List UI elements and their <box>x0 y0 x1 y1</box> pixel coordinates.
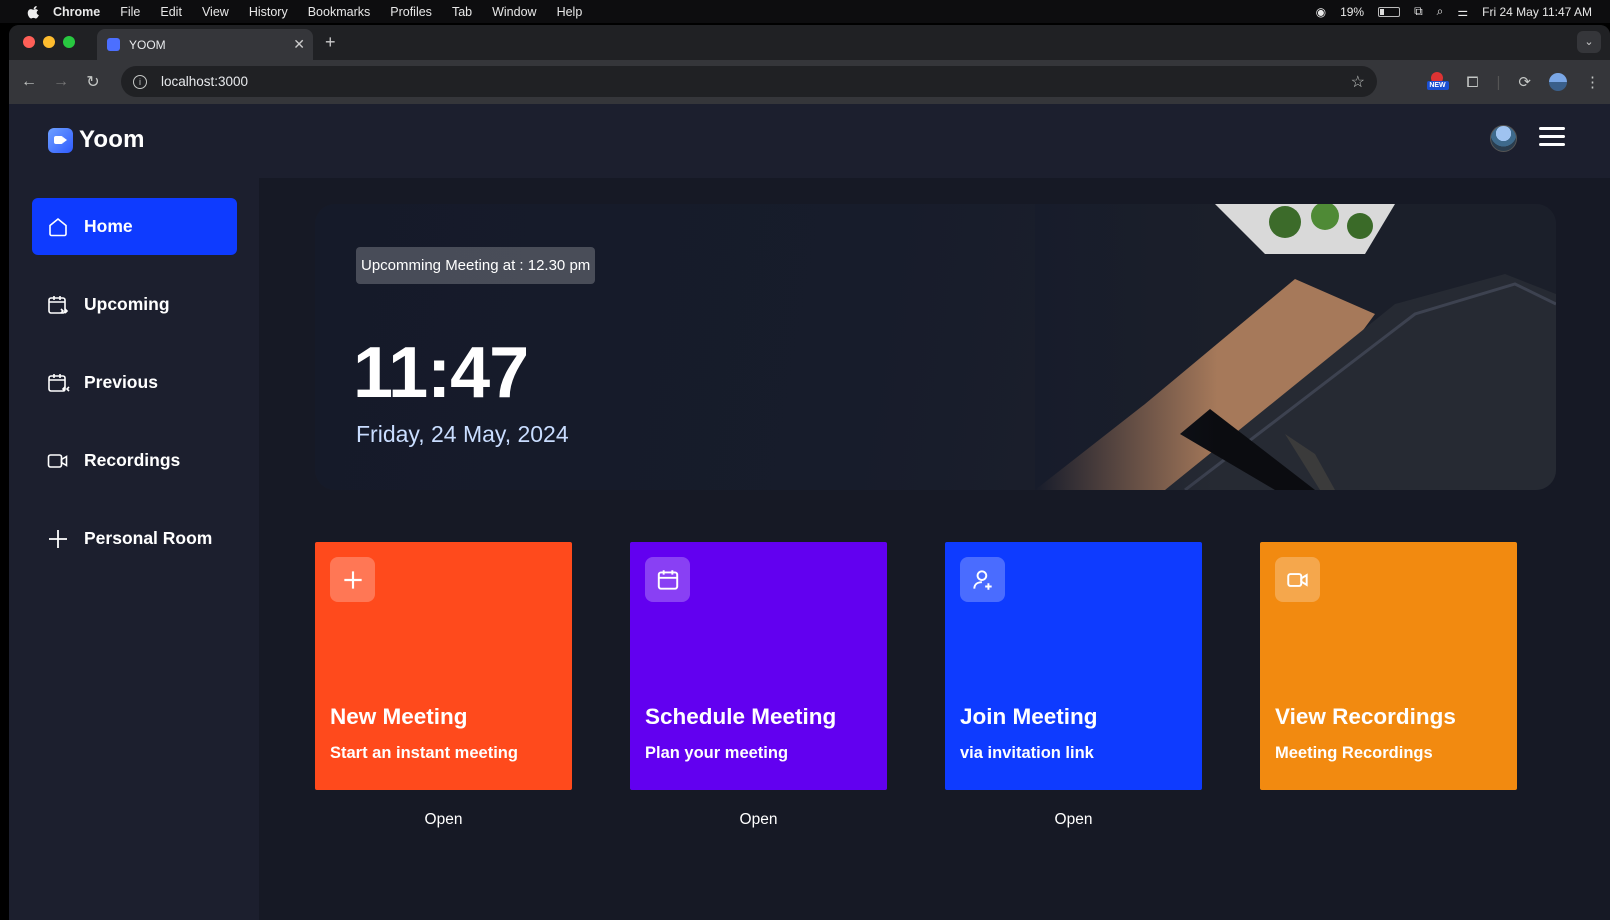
extensions-puzzle-icon[interactable]: ⧠ <box>1467 74 1479 91</box>
control-center-icon[interactable]: ⚌ <box>1457 5 1468 19</box>
url-text[interactable]: localhost:3000 <box>161 74 248 89</box>
screen-mirroring-icon[interactable]: ⧉ <box>1414 4 1423 19</box>
plus-icon <box>49 529 67 548</box>
new-meeting-card[interactable]: New Meeting Start an instant meeting <box>315 542 572 790</box>
menu-bookmarks[interactable]: Bookmarks <box>308 5 371 19</box>
forward-icon[interactable]: → <box>45 73 77 91</box>
profile-avatar-icon[interactable] <box>1549 73 1567 91</box>
card-title: View Recordings <box>1275 704 1456 729</box>
card-subtitle: Plan your meeting <box>645 744 789 762</box>
home-icon <box>49 217 67 236</box>
hero-desk-image <box>1035 204 1556 490</box>
extension-badge-label: NEW <box>1426 81 1449 90</box>
video-icon <box>47 453 68 468</box>
menubar-clock[interactable]: Fri 24 May 11:47 AM <box>1482 5 1592 19</box>
menu-file[interactable]: File <box>120 5 140 19</box>
close-window-button[interactable] <box>23 36 35 48</box>
schedule-meeting-open-link[interactable]: Open <box>630 811 887 829</box>
top-navbar: Yoom <box>9 104 1610 178</box>
battery-icon[interactable] <box>1378 6 1401 17</box>
calendar-icon <box>645 557 690 602</box>
battery-percent: 19% <box>1340 4 1365 19</box>
join-meeting-card[interactable]: Join Meeting via invitation link <box>945 542 1202 790</box>
schedule-meeting-card[interactable]: Schedule Meeting Plan your meeting <box>630 542 887 790</box>
macos-menu-bar: Chrome File Edit View History Bookmarks … <box>0 0 1610 23</box>
user-account-icon[interactable]: ◉ <box>1316 5 1326 19</box>
user-plus-icon <box>960 557 1005 602</box>
sidebar-item-previous[interactable]: Previous <box>32 354 237 411</box>
upcoming-meeting-badge: Upcomming Meeting at : 12.30 pm <box>356 247 596 284</box>
site-info-icon[interactable]: i <box>133 74 147 89</box>
menu-history[interactable]: History <box>249 5 288 19</box>
tab-favicon-icon <box>107 38 120 51</box>
address-bar[interactable]: i localhost:3000 ☆ <box>121 66 1377 97</box>
hamburger-menu-icon[interactable] <box>1539 127 1565 146</box>
bookmark-star-icon[interactable]: ☆ <box>1351 72 1365 92</box>
menu-chrome[interactable]: Chrome <box>53 5 100 19</box>
toolbar-divider: | <box>1496 73 1501 91</box>
yoom-app: Yoom Home Upcoming Previous Recordings P… <box>9 104 1610 920</box>
reload-icon[interactable]: ↻ <box>77 72 109 92</box>
browser-menu-icon[interactable]: ⋮ <box>1585 73 1600 91</box>
calendar-upcoming-icon <box>48 295 69 314</box>
spotlight-search-icon[interactable]: ⌕ <box>1437 4 1444 19</box>
sidebar-item-label: Personal Room <box>84 528 213 548</box>
main-content: Upcomming Meeting at : 12.30 pm 11:47 Fr… <box>259 178 1610 920</box>
menu-edit[interactable]: Edit <box>160 5 182 19</box>
performance-icon[interactable]: ⟳ <box>1518 73 1531 91</box>
card-title: New Meeting <box>330 704 468 729</box>
menu-window[interactable]: Window <box>492 5 536 19</box>
plus-icon <box>330 557 375 602</box>
extension-new-icon[interactable]: NEW <box>1426 72 1449 92</box>
sidebar-item-home[interactable]: Home <box>32 198 237 255</box>
browser-tab[interactable]: YOOM ✕ <box>97 29 313 60</box>
sidebar-item-label: Upcoming <box>84 294 170 314</box>
view-recordings-card[interactable]: View Recordings Meeting Recordings <box>1260 542 1517 790</box>
calendar-previous-icon <box>48 373 70 392</box>
tab-title: YOOM <box>129 37 166 52</box>
menu-view[interactable]: View <box>202 5 229 19</box>
card-subtitle: Start an instant meeting <box>330 744 518 762</box>
new-tab-icon[interactable]: + <box>325 32 336 53</box>
card-subtitle: Meeting Recordings <box>1275 744 1433 762</box>
tab-search-chevron-icon[interactable]: ⌄ <box>1577 31 1601 53</box>
current-date: Friday, 24 May, 2024 <box>356 421 569 447</box>
user-avatar[interactable] <box>1490 125 1517 152</box>
sidebar-item-personal-room[interactable]: Personal Room <box>32 510 237 567</box>
apple-icon[interactable] <box>27 5 41 19</box>
menu-help[interactable]: Help <box>557 5 583 19</box>
close-tab-icon[interactable]: ✕ <box>293 36 305 53</box>
sidebar: Home Upcoming Previous Recordings Person… <box>9 178 259 920</box>
sidebar-item-label: Home <box>84 216 133 236</box>
hero-banner: Upcomming Meeting at : 12.30 pm 11:47 Fr… <box>315 204 1556 490</box>
brand-name: Yoom <box>79 126 145 153</box>
browser-window: YOOM ✕ + ⌄ ← → ↻ i localhost:3000 ☆ NEW … <box>9 25 1610 920</box>
join-meeting-open-link[interactable]: Open <box>945 811 1202 829</box>
video-icon <box>1275 557 1320 602</box>
menu-profiles[interactable]: Profiles <box>390 5 432 19</box>
browser-toolbar: ← → ↻ i localhost:3000 ☆ NEW ⧠ | ⟳ ⋮ <box>9 60 1610 104</box>
brand-logo[interactable]: Yoom <box>48 126 145 154</box>
new-meeting-open-link[interactable]: Open <box>315 811 572 829</box>
card-title: Join Meeting <box>960 704 1098 729</box>
video-logo-icon <box>48 127 73 153</box>
sidebar-item-label: Previous <box>84 372 158 392</box>
menu-tab[interactable]: Tab <box>452 5 472 19</box>
tab-strip: YOOM ✕ + ⌄ <box>9 25 1610 60</box>
sidebar-item-recordings[interactable]: Recordings <box>32 432 237 489</box>
card-subtitle: via invitation link <box>960 744 1094 762</box>
zoom-window-button[interactable] <box>63 36 75 48</box>
sidebar-item-label: Recordings <box>84 450 181 470</box>
card-title: Schedule Meeting <box>645 704 837 729</box>
current-time: 11:47 <box>353 333 529 413</box>
back-icon[interactable]: ← <box>13 73 45 91</box>
sidebar-item-upcoming[interactable]: Upcoming <box>32 276 237 333</box>
minimize-window-button[interactable] <box>43 36 55 48</box>
